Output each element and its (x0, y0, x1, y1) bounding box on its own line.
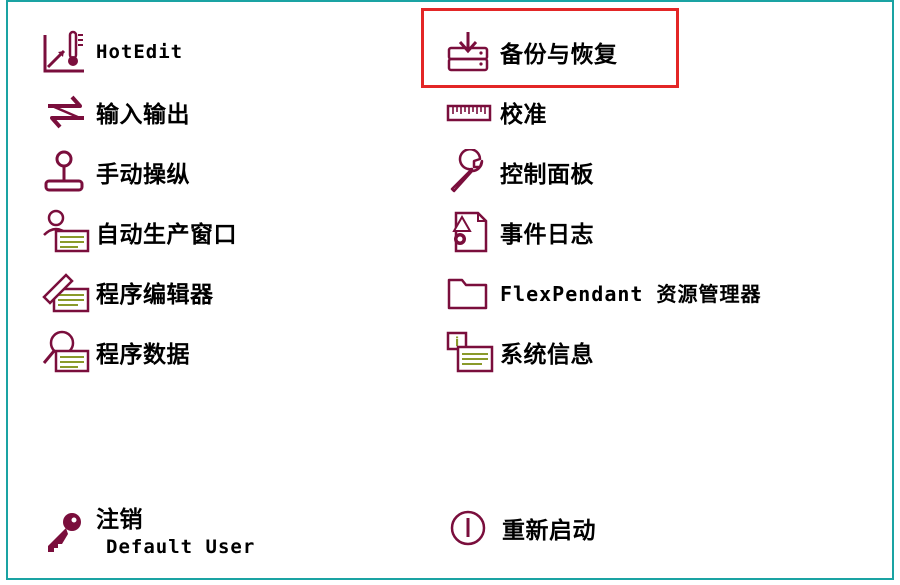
menu-item-label: 控制面板 (500, 162, 594, 188)
logout-button[interactable]: 注销 Default User (42, 500, 255, 558)
menu-item-label: 系统信息 (500, 342, 594, 368)
menu-item-backup-restore[interactable]: 备份与恢复 (446, 28, 618, 76)
menu-item-label: 备份与恢复 (500, 42, 618, 68)
menu-item-control-panel[interactable]: 控制面板 (446, 148, 594, 196)
menu-item-io[interactable]: 输入输出 (42, 88, 190, 136)
io-arrows-icon (42, 88, 96, 136)
logout-label: 注销 (96, 507, 143, 533)
program-editor-icon (42, 268, 96, 316)
system-info-icon: i (446, 328, 500, 376)
menu-item-flexpendant-explorer[interactable]: FlexPendant 资源管理器 (446, 268, 762, 316)
restart-label: 重新启动 (502, 518, 596, 544)
menu-item-jogging[interactable]: 手动操纵 (42, 148, 190, 196)
menu-item-production-window[interactable]: 自动生产窗口 (42, 208, 237, 256)
menu-item-label: HotEdit (96, 41, 184, 63)
menu-item-program-editor[interactable]: 程序编辑器 (42, 268, 214, 316)
menu-item-label: 校准 (500, 102, 547, 128)
menu-item-hotedit[interactable]: HotEdit (42, 28, 183, 76)
menu-item-label: 自动生产窗口 (96, 222, 237, 248)
restart-button[interactable]: 重新启动 (448, 504, 596, 552)
menu-item-label: 事件日志 (500, 222, 594, 248)
menu-item-label: 手动操纵 (96, 162, 190, 188)
hotedit-icon (42, 28, 96, 76)
key-icon (42, 508, 96, 556)
wrench-icon (446, 148, 500, 196)
calibration-ruler-icon (446, 88, 500, 136)
menu-item-program-data[interactable]: 程序数据 (42, 328, 190, 376)
menu-item-system-info[interactable]: i 系统信息 (446, 328, 594, 376)
menu-item-label: 程序数据 (96, 342, 190, 368)
auto-production-icon (42, 208, 96, 256)
menu-item-label: FlexPendant 资源管理器 (500, 281, 762, 306)
menu-item-label: 程序编辑器 (96, 282, 214, 308)
event-log-icon (446, 208, 500, 256)
menu-item-event-log[interactable]: 事件日志 (446, 208, 594, 256)
menu-item-label: 输入输出 (96, 102, 190, 128)
power-icon (448, 504, 502, 552)
backup-restore-icon (446, 28, 500, 76)
folder-icon (446, 268, 500, 316)
menu-item-calibration[interactable]: 校准 (446, 88, 547, 136)
joystick-icon (42, 148, 96, 196)
user-name: Default User (106, 536, 256, 558)
program-data-icon (42, 328, 96, 376)
